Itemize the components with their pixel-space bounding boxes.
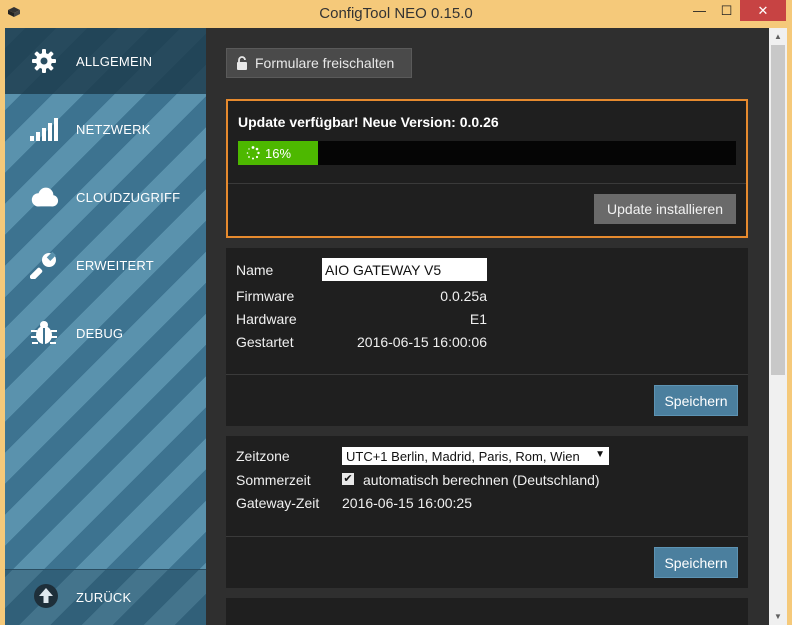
title-bar: ConfigTool NEO 0.15.0 — ☐ ✕ [0, 0, 792, 28]
sidebar-item-erweitert[interactable]: ERWEITERT [5, 232, 206, 298]
sidebar-item-cloudzugriff[interactable]: CLOUDZUGRIFF [5, 164, 206, 230]
sidebar: ALLGEMEIN NETZWERK CLOUDZUGRIFF ERWEITER… [5, 28, 206, 625]
hardware-value: E1 [469, 311, 487, 327]
save-info-button[interactable]: Speichern [654, 385, 738, 416]
sidebar-item-allgemein[interactable]: ALLGEMEIN [5, 28, 206, 94]
close-button[interactable]: ✕ [740, 0, 786, 21]
minimize-button[interactable]: — [686, 0, 713, 21]
gateway-time-label: Gateway-Zeit [236, 495, 320, 511]
bug-icon [29, 318, 59, 348]
info-panel-footer: Speichern [226, 374, 748, 426]
gateway-time-value: 2016-06-15 16:00:25 [342, 495, 472, 511]
firmware-value: 0.0.25a [440, 288, 487, 304]
chevron-down-icon: ▼ [595, 449, 605, 460]
time-settings-panel: Zeitzone UTC+1 Berlin, Madrid, Paris, Ro… [226, 436, 748, 588]
install-update-button[interactable]: Update installieren [594, 194, 736, 224]
time-panel-footer: Speichern [226, 536, 748, 588]
dst-label: Sommerzeit [236, 472, 311, 488]
timezone-label: Zeitzone [236, 448, 290, 464]
started-value: 2016-06-15 16:00:06 [357, 334, 487, 350]
location-panel [226, 598, 748, 625]
started-label: Gestartet [236, 334, 294, 350]
sidebar-item-label: DEBUG [76, 325, 124, 341]
sidebar-item-debug[interactable]: DEBUG [5, 300, 206, 366]
unlock-forms-button[interactable]: Formulare freischalten [226, 48, 412, 78]
dst-checkbox[interactable]: ✔ [342, 473, 354, 485]
wrench-icon [29, 250, 59, 280]
name-label: Name [236, 262, 274, 278]
window-title: ConfigTool NEO 0.15.0 [319, 5, 473, 22]
device-info-panel: Name Firmware 0.0.25a Hardware E1 Gestar… [226, 248, 748, 426]
update-title: Update verfügbar! Neue Version: 0.0.26 [238, 114, 499, 130]
signal-bars-icon [29, 114, 59, 144]
timezone-select[interactable]: UTC+1 Berlin, Madrid, Paris, Rom, Wien ▼ [342, 447, 609, 465]
update-panel: Update verfügbar! Neue Version: 0.0.26 1… [226, 99, 748, 238]
save-time-button[interactable]: Speichern [654, 547, 738, 578]
update-panel-footer: Update installieren [228, 183, 746, 236]
device-name-input[interactable] [322, 258, 487, 281]
cloud-icon [29, 182, 59, 212]
firmware-label: Firmware [236, 288, 295, 304]
progress-fill: 16% [238, 141, 318, 165]
sidebar-item-label: CLOUDZUGRIFF [76, 189, 181, 205]
unlock-forms-label: Formulare freischalten [255, 55, 395, 71]
vertical-scrollbar[interactable]: ▲ ▼ [769, 28, 787, 625]
gear-icon [29, 46, 59, 76]
sidebar-back-label: ZURÜCK [76, 590, 132, 605]
update-progress-bar: 16% [238, 141, 736, 165]
timezone-selected-value: UTC+1 Berlin, Madrid, Paris, Rom, Wien [346, 448, 580, 464]
dst-option-label: automatisch berechnen (Deutschland) [363, 472, 600, 488]
app-window: ALLGEMEIN NETZWERK CLOUDZUGRIFF ERWEITER… [5, 28, 787, 625]
scrollbar-thumb[interactable] [771, 45, 785, 375]
sidebar-item-label: ERWEITERT [76, 257, 154, 273]
scroll-down-arrow-icon[interactable]: ▼ [769, 608, 787, 625]
spinner-icon [246, 146, 260, 160]
sidebar-item-label: NETZWERK [76, 121, 151, 137]
sidebar-back-button[interactable]: ZURÜCK [5, 569, 206, 625]
maximize-button[interactable]: ☐ [713, 0, 740, 21]
arrow-up-circle-icon [31, 581, 61, 611]
main-content: Formulare freischalten Update verfügbar!… [206, 28, 769, 625]
scroll-up-arrow-icon[interactable]: ▲ [769, 28, 787, 45]
sidebar-item-netzwerk[interactable]: NETZWERK [5, 96, 206, 162]
sidebar-item-label: ALLGEMEIN [76, 53, 153, 69]
lock-open-icon [237, 56, 247, 70]
progress-label: 16% [265, 145, 292, 161]
hardware-label: Hardware [236, 311, 297, 327]
